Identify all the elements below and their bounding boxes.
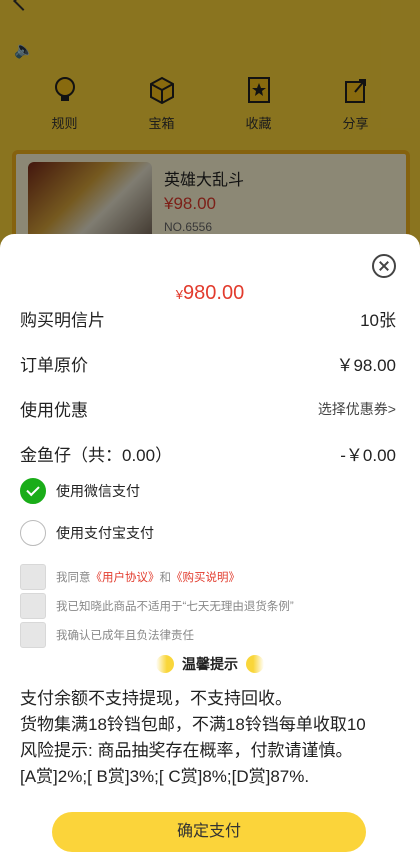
card-count-row: 购买明信片 10张 [20, 306, 396, 331]
tips-title: 温馨提示 [182, 656, 238, 672]
adult-checkbox[interactable] [20, 622, 46, 648]
no-return-text: 我已知晓此商品不适用于“七天无理由退货条例” [56, 601, 294, 613]
agreement-no-return: 我已知晓此商品不适用于“七天无理由退货条例” [20, 593, 294, 619]
agree-terms-text: 我同意《用户协议》和《购买说明》 [56, 569, 240, 585]
adult-text: 我确认已成年且负法律责任 [56, 630, 194, 642]
payment-sheet: ¥980.00 购买明信片 10张 订单原价 ￥98.00 使用优惠 选择优惠券… [0, 234, 420, 860]
agree-and: 和 [159, 572, 172, 584]
original-price-value: ￥98.00 [336, 356, 396, 375]
original-price-row: 订单原价 ￥98.00 [20, 351, 396, 376]
tips-right-decoration [246, 655, 264, 673]
wechat-pay-radio[interactable] [20, 478, 46, 504]
total-value: 980.00 [183, 282, 245, 304]
alipay-radio[interactable] [20, 520, 46, 546]
card-count-label: 购买明信片 [20, 311, 105, 330]
user-agreement-link[interactable]: 《用户协议》 [91, 572, 160, 584]
note-line: 风险提示: 商品抽奖存在概率，付款请谨慎。 [20, 741, 353, 760]
note-line: [A赏]2%;[ B赏]3%;[ C赏]8%;[D赏]87%. [20, 767, 310, 786]
card-count-value: 10张 [360, 311, 396, 330]
agree-terms-checkbox[interactable] [20, 564, 46, 590]
total-amount: ¥980.00 [0, 282, 420, 305]
note-line: 货物集满18铃铛包邮，不满18铃铛每单收取10 [20, 715, 366, 734]
goldfish-value: -￥0.00 [340, 446, 396, 465]
coupon-label: 使用优惠 [20, 401, 88, 420]
confirm-pay-button[interactable]: 确定支付 [52, 812, 366, 852]
purchase-notice-link[interactable]: 《购买说明》 [171, 572, 240, 584]
agree-prefix: 我同意 [56, 572, 91, 584]
agreement-terms: 我同意《用户协议》和《购买说明》 [20, 564, 240, 590]
wechat-pay-option[interactable]: 使用微信支付 [20, 478, 140, 504]
no-return-checkbox[interactable] [20, 593, 46, 619]
goldfish-label: 金鱼仔（共：0.00） [20, 446, 173, 465]
agreement-adult: 我确认已成年且负法律责任 [20, 622, 194, 648]
goldfish-row: 金鱼仔（共：0.00） -￥0.00 [20, 441, 396, 466]
original-price-label: 订单原价 [20, 356, 88, 375]
alipay-option[interactable]: 使用支付宝支付 [20, 520, 154, 546]
tips-header: 温馨提示 [0, 654, 420, 674]
select-coupon-link[interactable]: 选择优惠券> [318, 399, 396, 419]
tips-notes: 支付余额不支持提现，不支持回收。 货物集满18铃铛包邮，不满18铃铛每单收取10… [20, 686, 400, 790]
coupon-row[interactable]: 使用优惠 选择优惠券> [20, 396, 396, 421]
note-line: 支付余额不支持提现，不支持回收。 [20, 689, 292, 708]
wechat-pay-label: 使用微信支付 [56, 483, 140, 499]
total-currency: ¥ [175, 287, 184, 302]
alipay-label: 使用支付宝支付 [56, 525, 154, 541]
tips-left-decoration [156, 655, 174, 673]
close-icon[interactable] [372, 254, 396, 278]
